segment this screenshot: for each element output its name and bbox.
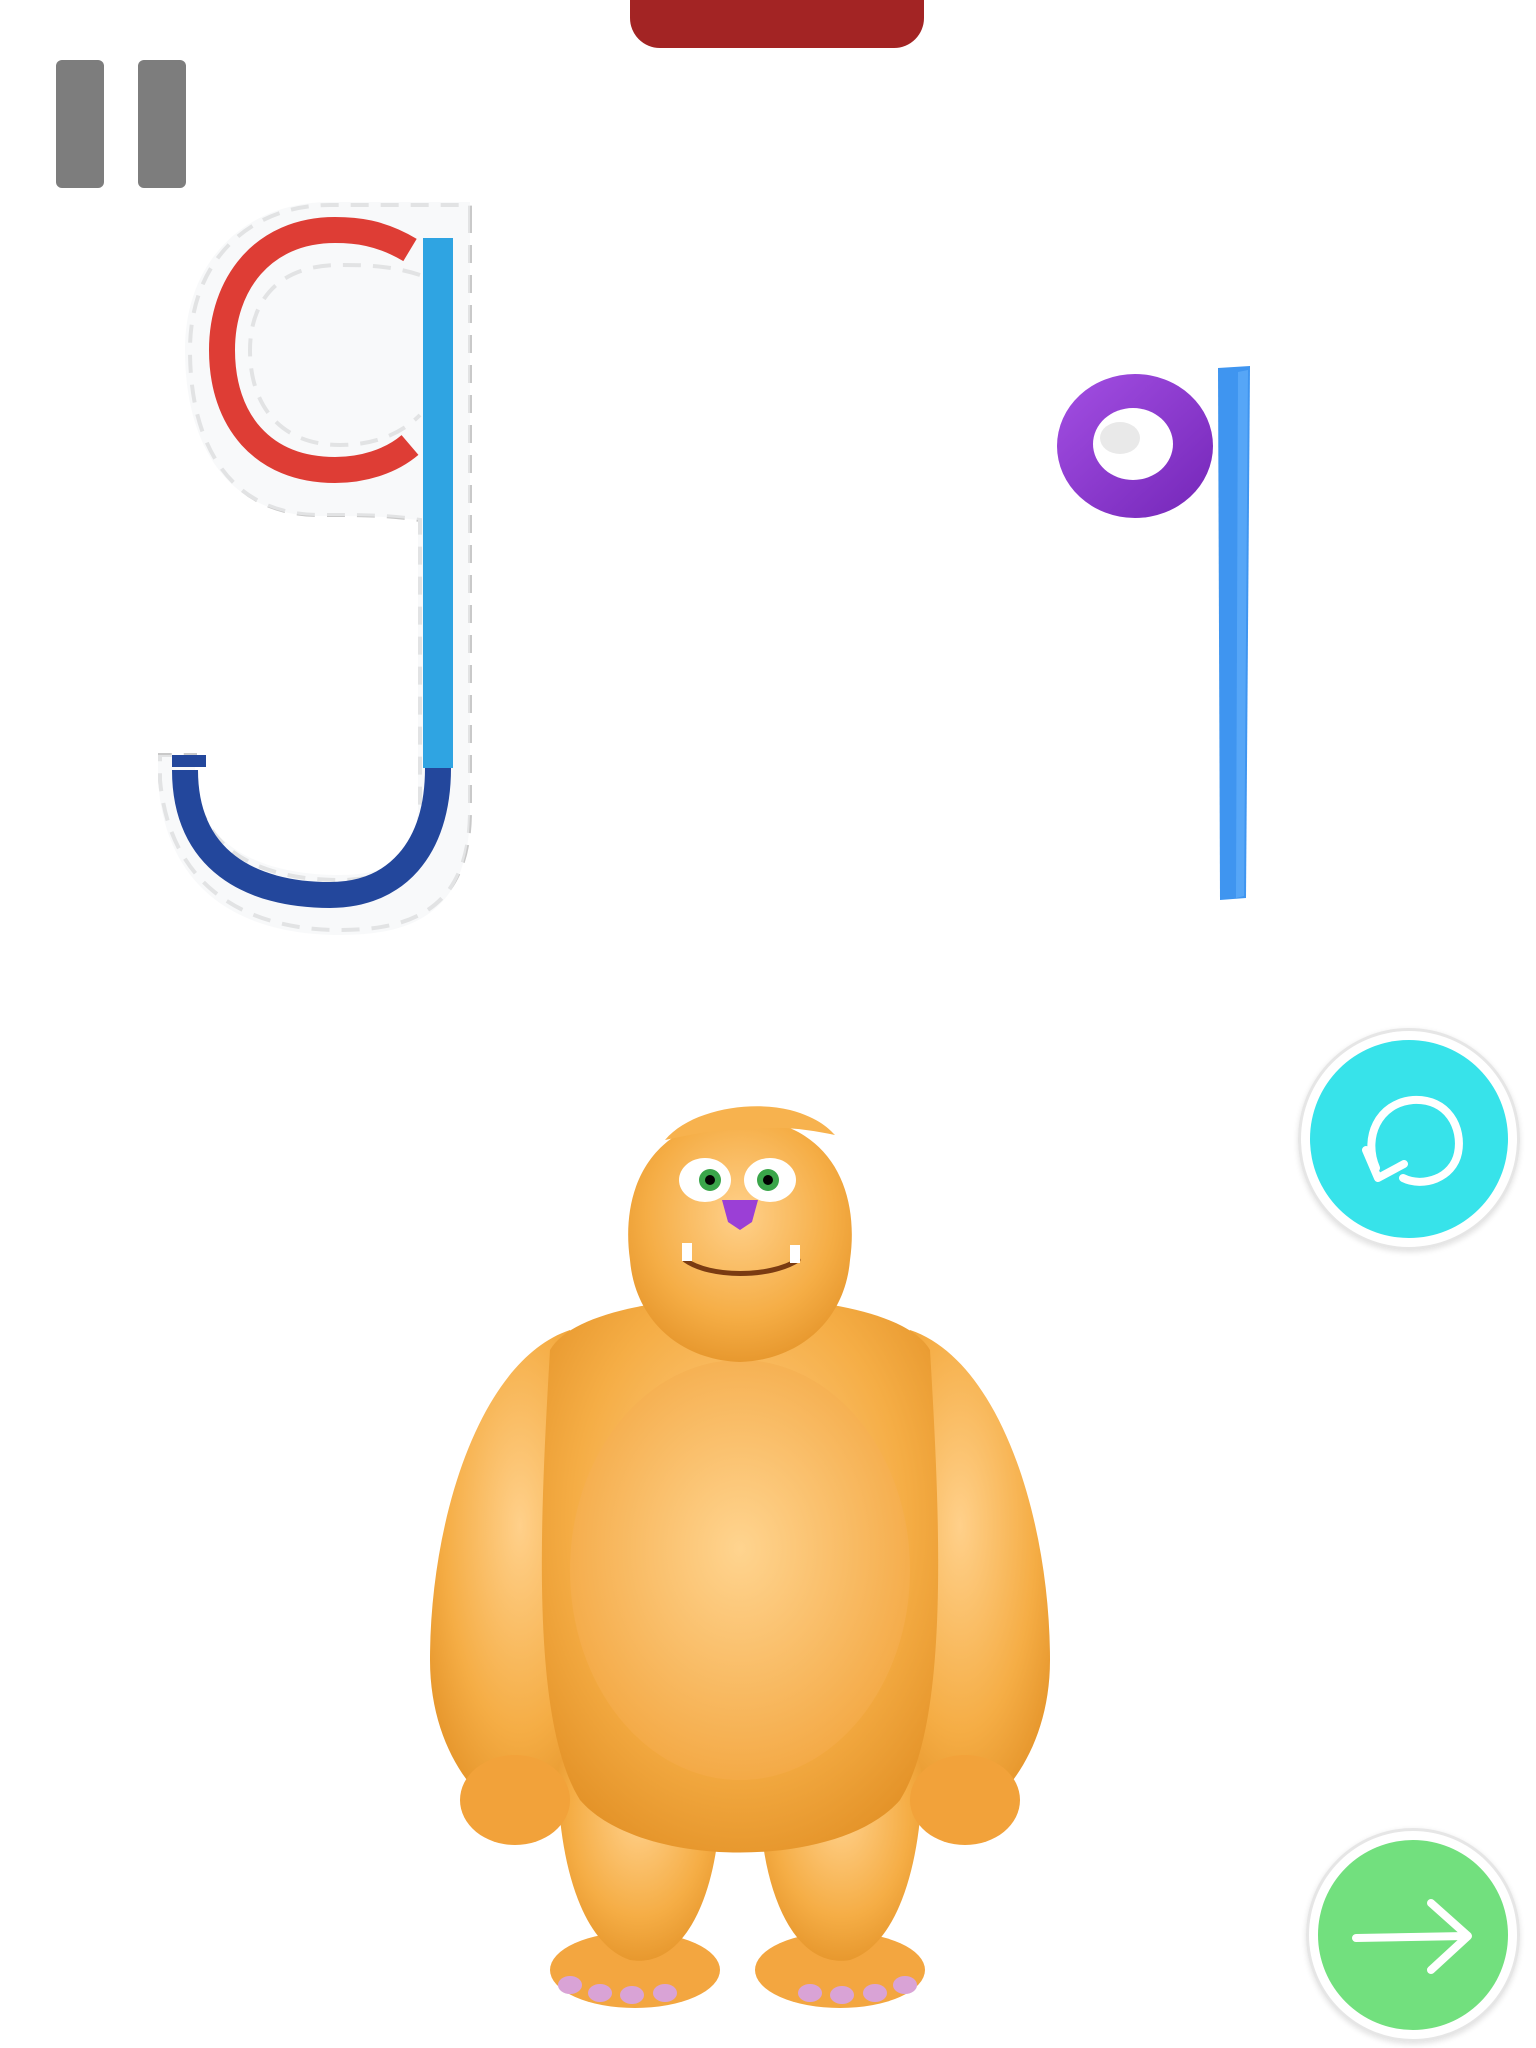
replay-icon bbox=[1362, 1095, 1463, 1186]
stroke-2 bbox=[423, 238, 453, 768]
replay-button[interactable] bbox=[1298, 1028, 1520, 1250]
tracing-guide-letter[interactable] bbox=[140, 190, 490, 940]
next-button[interactable] bbox=[1306, 1828, 1520, 2042]
monster-character[interactable] bbox=[420, 1100, 1060, 2020]
arrow-right-icon bbox=[1352, 1899, 1472, 1974]
drawn-letter bbox=[1057, 366, 1250, 900]
top-banner-tab[interactable] bbox=[630, 0, 924, 48]
pause-button[interactable] bbox=[52, 60, 188, 190]
